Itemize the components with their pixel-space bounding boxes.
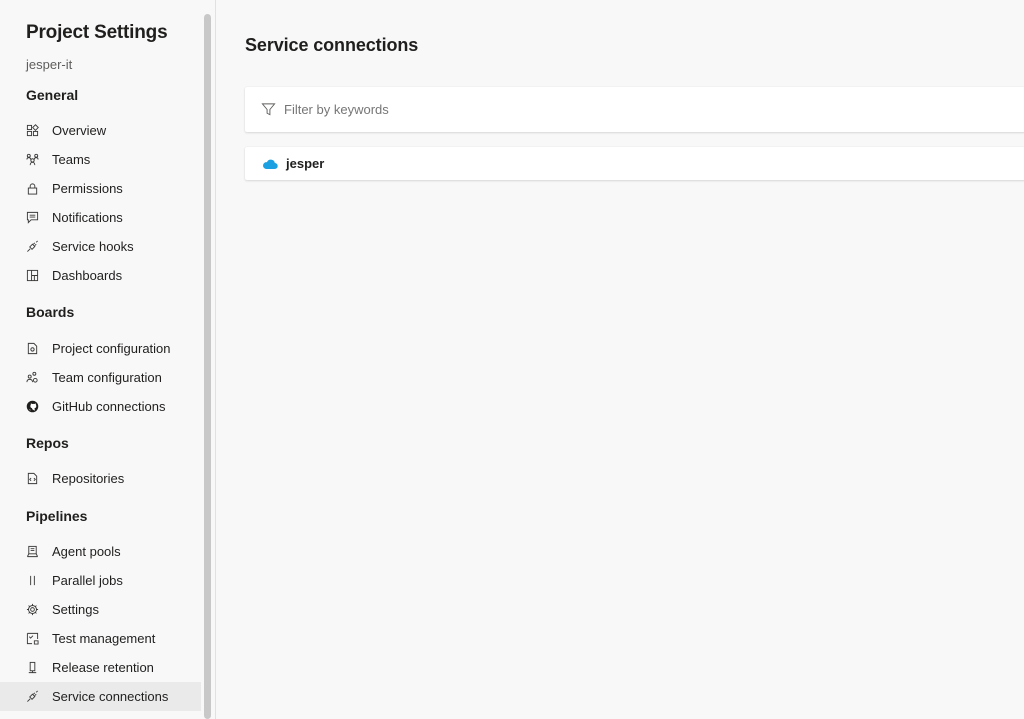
sidebar-item-label: Settings [52, 602, 99, 617]
sidebar-item-label: Overview [52, 123, 107, 138]
sidebar-item-label: Service connections [52, 689, 169, 704]
cloud-icon [262, 158, 278, 170]
sidebar-scrollbar-thumb[interactable] [204, 14, 211, 719]
gear-icon [25, 603, 39, 617]
overview-icon [25, 124, 39, 138]
sidebar-item-repositories[interactable]: Repositories [0, 464, 201, 493]
sidebar-item-parallel-jobs[interactable]: Parallel jobs [0, 566, 201, 595]
sidebar-item-label: Service hooks [52, 239, 134, 254]
build-agent-icon [25, 545, 39, 559]
sidebar-item-label: GitHub connections [52, 399, 166, 414]
sidebar-item-release-retention[interactable]: Release retention [0, 653, 201, 682]
service-connection-name: jesper [286, 156, 325, 171]
dashboard-icon [25, 269, 39, 283]
section-boards: Boards [26, 304, 75, 320]
lock-icon [25, 182, 39, 196]
team-settings-icon [25, 371, 39, 385]
sidebar-item-label: Notifications [52, 210, 123, 225]
parallel-icon [25, 574, 39, 588]
filter-input[interactable] [284, 102, 984, 117]
sidebar-item-agent-pools[interactable]: Agent pools [0, 537, 201, 566]
sidebar-item-project-configuration[interactable]: Project configuration [0, 334, 201, 363]
sidebar-item-label: Dashboards [52, 268, 123, 283]
main-content: Service connections jesper [216, 0, 1024, 719]
sidebar-item-label: Parallel jobs [52, 573, 123, 588]
document-settings-icon [25, 342, 39, 356]
section-repos: Repos [26, 435, 69, 451]
sidebar-item-label: Permissions [52, 181, 123, 196]
sidebar-item-overview[interactable]: Overview [0, 116, 201, 145]
sidebar-item-label: Release retention [52, 660, 154, 675]
github-icon [25, 400, 39, 414]
sidebar-item-label: Agent pools [52, 544, 121, 559]
app-window: Project Settings jesper-it General Overv… [0, 0, 1024, 719]
sidebar-item-permissions[interactable]: Permissions [0, 174, 201, 203]
sidebar-item-notifications[interactable]: Notifications [0, 203, 201, 232]
sidebar-item-label: Team configuration [52, 370, 162, 385]
project-name: jesper-it [26, 57, 73, 72]
sidebar-item-teams[interactable]: Teams [0, 145, 201, 174]
sidebar-item-test-management[interactable]: Test management [0, 624, 201, 653]
sidebar-item-service-hooks[interactable]: Service hooks [0, 232, 201, 261]
sidebar-item-dashboards[interactable]: Dashboards [0, 261, 201, 290]
retention-icon [25, 661, 39, 675]
plug-icon [25, 240, 39, 254]
code-file-icon [25, 472, 39, 486]
sidebar-item-label: Project configuration [52, 341, 171, 356]
sidebar-item-label: Test management [52, 631, 156, 646]
sidebar-title: Project Settings [26, 22, 168, 43]
settings-sidebar: Project Settings jesper-it General Overv… [0, 0, 201, 719]
sidebar-item-settings[interactable]: Settings [0, 595, 201, 624]
sidebar-item-label: Repositories [52, 471, 125, 486]
plug-icon [25, 690, 39, 704]
section-general: General [26, 87, 79, 103]
sidebar-item-service-connections[interactable]: Service connections [0, 682, 201, 711]
message-icon [25, 211, 39, 225]
sidebar-item-label: Teams [52, 152, 91, 167]
teams-icon [25, 153, 39, 167]
test-icon [25, 632, 39, 646]
section-pipelines: Pipelines [26, 508, 88, 524]
sidebar-item-team-configuration[interactable]: Team configuration [0, 363, 201, 392]
filter-bar[interactable] [245, 87, 1024, 132]
service-connection-item[interactable]: jesper [245, 147, 1024, 180]
sidebar-item-github-connections[interactable]: GitHub connections [0, 392, 201, 421]
page-title: Service connections [245, 35, 419, 55]
filter-icon [261, 102, 277, 118]
